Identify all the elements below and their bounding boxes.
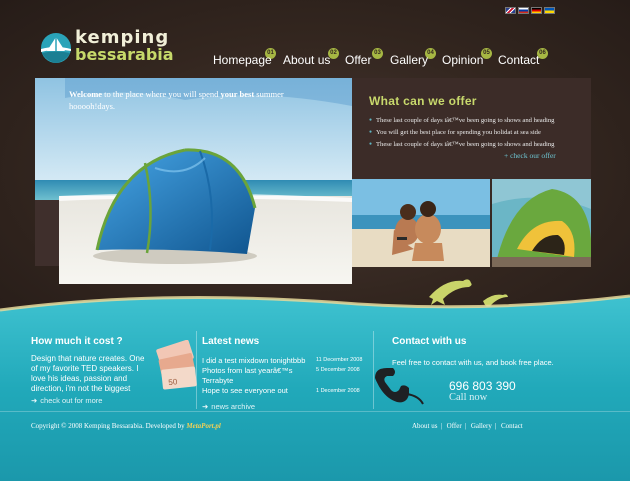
offer-title: What can we offer <box>369 94 477 108</box>
arrow-right-icon: ➜ <box>202 402 209 411</box>
nav-about-us[interactable]: About us <box>283 53 330 67</box>
language-selector <box>505 7 555 14</box>
ukrainian-flag-icon[interactable] <box>544 7 555 14</box>
news-item[interactable]: I did a test mixdown tonightbbb <box>202 356 312 366</box>
money-icon: 50 <box>156 340 197 390</box>
footer-nav: About us | Offer | Gallery | Contact <box>412 422 523 430</box>
yellow-tent-photo[interactable] <box>492 179 591 267</box>
nav-homepage[interactable]: Homepage <box>213 53 272 67</box>
svg-text:50: 50 <box>168 377 178 387</box>
couple-beach-photo[interactable] <box>352 179 490 267</box>
offer-item: These last couple of days iâ€™ve been go… <box>369 115 554 127</box>
russian-flag-icon[interactable] <box>518 7 529 14</box>
cost-text: Design that nature creates. One of my fa… <box>31 354 145 393</box>
nav-contact[interactable]: Contact <box>498 53 539 67</box>
phone-icon <box>375 368 424 405</box>
footer-link-gallery[interactable]: Gallery <box>471 422 492 430</box>
offer-item: These last couple of days iâ€™ve been go… <box>369 139 554 151</box>
offer-item: You will get the best place for spending… <box>369 127 554 139</box>
arrow-right-icon: ➜ <box>31 396 38 405</box>
offer-list: These last couple of days iâ€™ve been go… <box>369 115 554 151</box>
footer-link-offer[interactable]: Offer <box>447 422 462 430</box>
check-offer-link[interactable]: + check our offer <box>504 151 556 160</box>
offer-panel: What can we offer These last couple of d… <box>352 78 591 179</box>
logo-line-2: bessarabia <box>75 45 174 64</box>
nav-offer[interactable]: Offer <box>345 53 371 67</box>
nav-gallery[interactable]: Gallery <box>390 53 428 67</box>
news-date: 5 December 2008 <box>316 367 360 373</box>
news-item[interactable]: Photos from last yearâ€™s Terrabyte <box>202 366 312 386</box>
hero-image: Welcome to the place where you will spen… <box>35 78 352 284</box>
news-date: 1 December 2008 <box>316 388 360 394</box>
developer-link[interactable]: MetaPort.pl <box>186 422 220 430</box>
phone-number[interactable]: 696 803 390 <box>449 379 516 393</box>
news-title: Latest news <box>202 336 260 347</box>
news-date: 11 December 2008 <box>316 357 363 363</box>
tent-logo-icon <box>41 33 71 63</box>
call-now-label: Call now <box>449 392 488 403</box>
english-flag-icon[interactable] <box>505 7 516 14</box>
news-item[interactable]: Hope to see everyone out <box>202 386 312 396</box>
nav-opinion[interactable]: Opinion <box>442 53 483 67</box>
german-flag-icon[interactable] <box>531 7 542 14</box>
check-more-link[interactable]: ➜ check out for more <box>31 396 102 405</box>
header-area: kemping bessarabia 01 Homepage 02 About … <box>0 0 630 310</box>
footer-link-about[interactable]: About us <box>412 422 437 430</box>
copyright-text: Copyright © 2008 Kemping Bessarabia. Dev… <box>31 422 221 430</box>
footer-link-contact[interactable]: Contact <box>501 422 523 430</box>
contact-title: Contact with us <box>392 336 467 347</box>
cost-title: How much it cost ? <box>31 336 123 347</box>
nav-number-03: 03 <box>372 48 383 59</box>
hero-welcome-text: Welcome to the place where you will spen… <box>69 89 284 111</box>
news-archive-link[interactable]: ➜ news archive <box>202 402 255 411</box>
